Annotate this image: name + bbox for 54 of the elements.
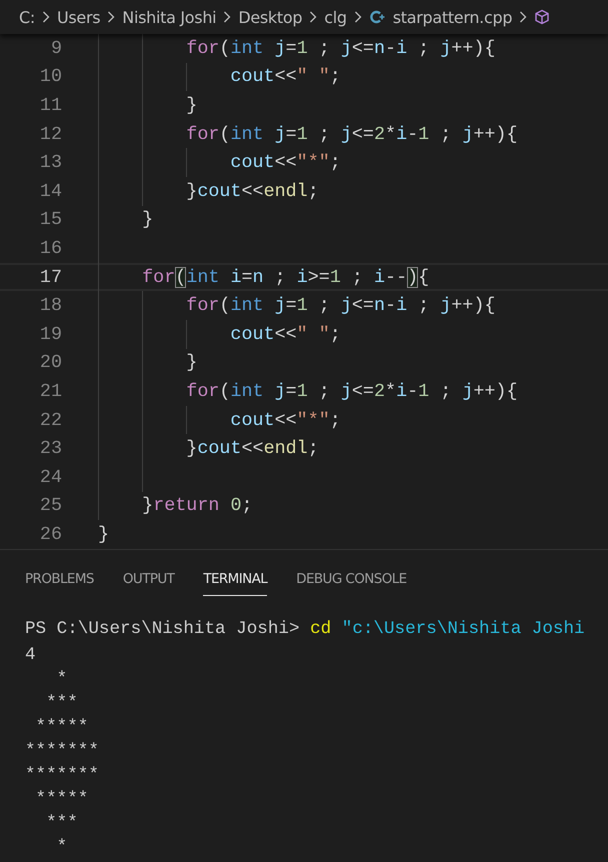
- code-line: for(int j=1 ; j<=2*i-1 ; j++){: [185, 380, 518, 402]
- breadcrumb-item[interactable]: clg: [324, 8, 347, 26]
- code-line: }: [185, 94, 198, 116]
- code-line: }: [185, 352, 198, 374]
- code-line: }: [141, 209, 154, 230]
- terminal-line: PS C:\Users\Nishita Joshi> cd "c:\Users\Nishita Joshi: [25, 618, 583, 641]
- breadcrumb-item[interactable]: Desktop: [238, 8, 302, 26]
- line-number: 12: [38, 124, 62, 145]
- line-number: 24: [38, 466, 62, 488]
- line-number: 14: [38, 180, 62, 202]
- chevron-right-icon: [107, 11, 116, 23]
- chevron-right-icon: [519, 11, 528, 23]
- line-number: 23: [38, 438, 62, 460]
- line-number: 11: [38, 94, 62, 116]
- breadcrumb-item[interactable]: C:: [19, 8, 35, 26]
- code-line: for(int j=1 ; j<=n-i ; j++){: [185, 295, 496, 316]
- code-line: for(int j=1 ; j<=2*i-1 ; j++){: [185, 124, 518, 145]
- cpp-file-icon: [368, 9, 385, 25]
- chevron-right-icon: [354, 11, 362, 23]
- line-number: 26: [38, 524, 62, 545]
- line-number: 19: [38, 324, 62, 345]
- line-number: 9: [50, 38, 62, 59]
- line-number: 10: [38, 66, 62, 88]
- line-number: 13: [38, 152, 62, 174]
- code-line: cout<<"*";: [229, 152, 341, 174]
- chevron-right-icon: [309, 11, 318, 23]
- code-line: }return 0;: [141, 495, 253, 516]
- code-line: cout<<"*";: [229, 410, 341, 431]
- line-number: 18: [38, 295, 62, 316]
- breadcrumb-item[interactable]: Users: [56, 8, 100, 26]
- code-line: for(int j=1 ; j<=n-i ; j++){: [185, 38, 496, 59]
- code-line: cout<<" ";: [229, 66, 341, 88]
- line-number: 16: [38, 238, 62, 259]
- terminal-output: 4 * *** ***** ******* ******* ***** *** *: [25, 644, 100, 859]
- code-line: }cout<<endl;: [185, 180, 319, 202]
- line-number: 17: [38, 266, 62, 288]
- breadcrumb-item[interactable]: starpattern.cpp: [368, 8, 512, 26]
- panel-tab[interactable]: DEBUG CONSOLE: [296, 570, 407, 596]
- line-number: 22: [38, 410, 62, 431]
- line-number: 21: [38, 380, 62, 402]
- panel-tab[interactable]: TERMINAL: [203, 570, 268, 596]
- line-number: 20: [38, 352, 62, 374]
- cube-icon[interactable]: [534, 9, 550, 25]
- chevron-right-icon: [42, 11, 50, 23]
- code-line: cout<<" ";: [229, 324, 341, 345]
- line-number: 15: [38, 209, 62, 230]
- panel-tab[interactable]: PROBLEMS: [25, 570, 94, 596]
- code-line: }: [98, 524, 110, 545]
- panel-tab[interactable]: OUTPUT: [122, 570, 174, 596]
- line-number: 25: [38, 495, 62, 516]
- code-line: }cout<<endl;: [185, 438, 319, 460]
- breadcrumb-item[interactable]: Nishita Joshi: [122, 8, 216, 26]
- code-line: for(int i=n ; i>=1 ; i--){: [141, 266, 430, 288]
- chevron-right-icon: [223, 11, 232, 23]
